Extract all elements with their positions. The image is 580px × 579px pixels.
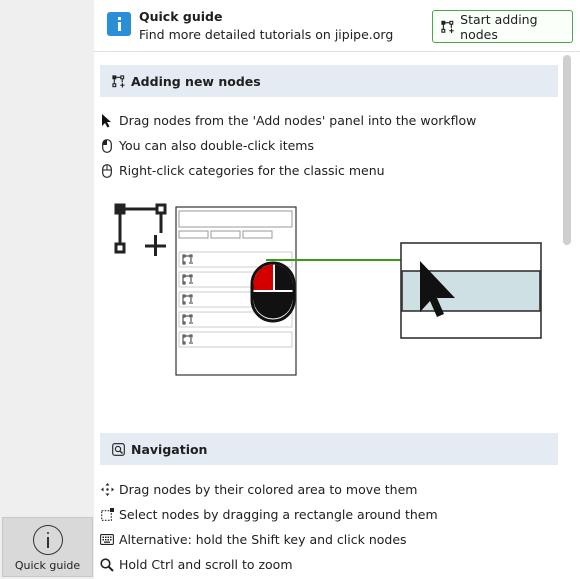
list-item: Drag nodes from the 'Add nodes' panel in… [100, 113, 476, 128]
pointer-icon [100, 113, 114, 128]
section-title: Navigation [131, 441, 208, 457]
panel-title: Quick guide [139, 9, 223, 24]
list-item: Hold Ctrl and scroll to zoom [100, 557, 293, 572]
rectangle-select-icon [100, 508, 114, 522]
navigation-icon [112, 442, 125, 456]
mouse-click-icon [250, 261, 296, 323]
item-text: Hold Ctrl and scroll to zoom [119, 557, 293, 572]
mouse-left-icon [100, 138, 114, 153]
item-text: Right-click categories for the classic m… [119, 163, 385, 178]
start-adding-nodes-button[interactable]: Start adding nodes [432, 10, 573, 43]
panel-header: Quick guide Find more detailed tutorials… [94, 0, 580, 52]
section-title: Adding new nodes [131, 73, 261, 89]
item-text: Drag nodes by their colored area to move… [119, 482, 418, 497]
list-item: You can also double-click items [100, 138, 314, 153]
info-circle-icon [32, 525, 63, 555]
scrollbar-thumb[interactable] [563, 55, 571, 245]
section-adding-nodes-header: Adding new nodes [100, 65, 558, 97]
item-text: Drag nodes from the 'Add nodes' panel in… [119, 113, 477, 128]
list-item: Drag nodes by their colored area to move… [100, 482, 417, 497]
list-item: Alternative: hold the Shift key and clic… [100, 532, 407, 547]
sidebar-tab-quick-guide[interactable]: Quick guide [2, 517, 93, 577]
sidebar-tab-label: Quick guide [14, 559, 81, 572]
large-add-node-icon [114, 203, 167, 256]
keyboard-icon [100, 533, 114, 547]
move-icon [100, 483, 114, 497]
guide-content: Adding new nodes Drag nodes from the 'Ad… [94, 53, 560, 579]
magnifier-icon [100, 557, 114, 572]
section-navigation-header: Navigation [100, 433, 558, 465]
start-button-label: Start adding nodes [460, 11, 538, 42]
left-gutter [0, 0, 94, 579]
list-item: Right-click categories for the classic m… [100, 163, 385, 178]
mouse-right-icon [100, 163, 114, 178]
info-icon [107, 12, 131, 36]
panel-subtitle: Find more detailed tutorials on jipipe.o… [139, 27, 394, 42]
item-text: Alternative: hold the Shift key and clic… [119, 532, 407, 547]
quick-guide-panel: Quick guide Find more detailed tutorials… [94, 0, 580, 579]
scrollbar[interactable] [562, 55, 572, 575]
item-text: You can also double-click items [119, 138, 314, 153]
item-text: Select nodes by dragging a rectangle aro… [119, 507, 438, 522]
add-node-icon [441, 20, 454, 33]
list-item: Select nodes by dragging a rectangle aro… [100, 507, 438, 522]
add-node-icon [112, 74, 125, 88]
drag-nodes-illustration [114, 203, 542, 376]
